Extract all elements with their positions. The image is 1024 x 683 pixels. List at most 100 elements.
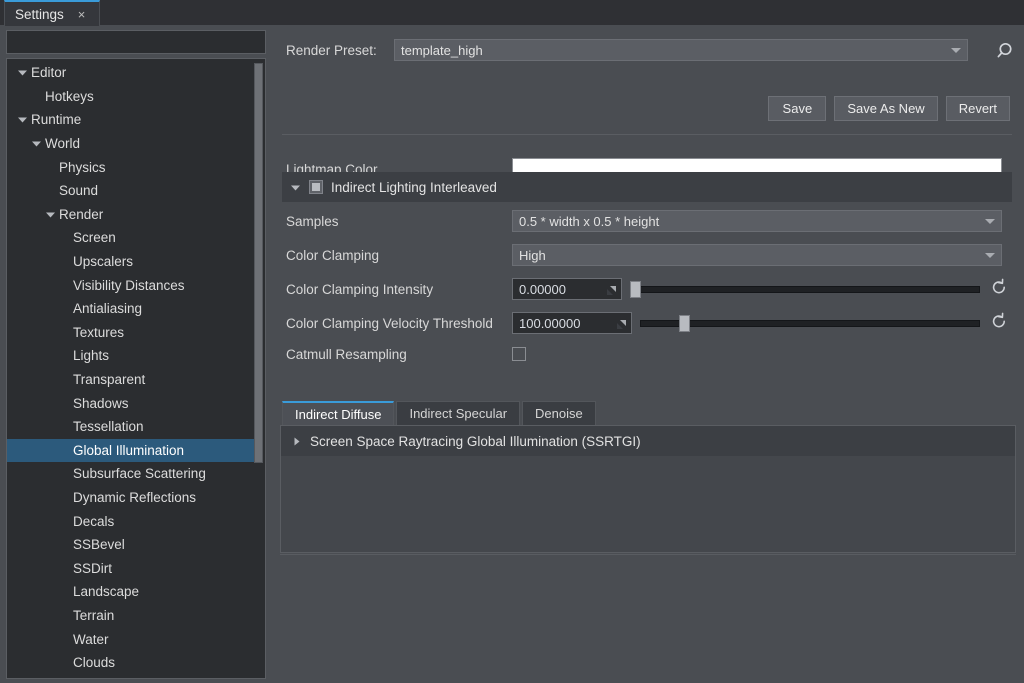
sidebar-item-world[interactable]: World bbox=[7, 132, 260, 156]
samples-value: 0.5 * width x 0.5 * height bbox=[519, 213, 660, 229]
sidebar-item-water[interactable]: Water bbox=[7, 627, 260, 651]
indirect-lighting-interleaved-group-header[interactable]: Indirect Lighting Interleaved bbox=[282, 172, 1012, 202]
slider-track bbox=[630, 286, 980, 293]
render-preset-label: Render Preset: bbox=[286, 42, 377, 58]
catmull-resampling-row: Catmull Resampling bbox=[272, 340, 1024, 368]
close-icon[interactable]: × bbox=[78, 8, 86, 21]
chevron-down-icon bbox=[951, 48, 961, 53]
sidebar-item-label: Sound bbox=[59, 183, 99, 199]
slider-track bbox=[640, 320, 980, 327]
sidebar-item-global-illumination[interactable]: Global Illumination bbox=[7, 438, 260, 463]
chevron-down-icon[interactable] bbox=[290, 182, 301, 193]
render-preset-value: template_high bbox=[401, 42, 483, 58]
tree-scrollbar-thumb[interactable] bbox=[254, 63, 263, 463]
sidebar-item-textures[interactable]: Textures bbox=[7, 321, 260, 345]
sidebar-item-label: SSDirt bbox=[73, 560, 113, 576]
settings-tree-panel: Editor Hotkeys Runtime World Physics Sound Ren… bbox=[0, 26, 272, 683]
sidebar-item-shadows[interactable]: Shadows bbox=[7, 391, 260, 415]
tab-label: Denoise bbox=[535, 406, 583, 421]
sidebar-item-label: Physics bbox=[59, 159, 106, 175]
sidebar-item-runtime[interactable]: Runtime bbox=[7, 108, 260, 132]
sidebar-item-clouds[interactable]: Clouds bbox=[7, 651, 260, 675]
tab-label: Indirect Diffuse bbox=[295, 406, 382, 422]
chevron-down-icon[interactable] bbox=[15, 67, 29, 78]
reset-icon[interactable] bbox=[990, 312, 1008, 330]
reset-icon[interactable] bbox=[990, 278, 1008, 296]
chevron-down-icon[interactable] bbox=[15, 114, 29, 125]
chevron-right-icon[interactable] bbox=[291, 436, 302, 447]
sidebar-item-antialiasing[interactable]: Antialiasing bbox=[7, 297, 260, 321]
sidebar-item-hotkeys[interactable]: Hotkeys bbox=[7, 85, 260, 109]
sidebar-item-upscalers[interactable]: Upscalers bbox=[7, 250, 260, 274]
sidebar-item-label: Visibility Distances bbox=[73, 277, 185, 293]
sidebar-item-label: Decals bbox=[73, 513, 115, 529]
catmull-resampling-label: Catmull Resampling bbox=[286, 346, 407, 362]
sidebar-item-transparent[interactable]: Transparent bbox=[7, 368, 260, 392]
sidebar-item-ssbevel[interactable]: SSBevel bbox=[7, 533, 260, 557]
color-clamping-velocity-threshold-input[interactable]: 100.00000 bbox=[512, 312, 632, 334]
save-button[interactable]: Save bbox=[768, 96, 827, 121]
ssrtgi-group-header[interactable]: Screen Space Raytracing Global Illuminat… bbox=[281, 426, 1015, 456]
settings-tree: Editor Hotkeys Runtime World Physics Sound Ren… bbox=[6, 58, 266, 679]
sidebar-item-dynamic-reflections[interactable]: Dynamic Reflections bbox=[7, 486, 260, 510]
samples-combobox[interactable]: 0.5 * width x 0.5 * height bbox=[512, 210, 1002, 232]
tree-item-list: Editor Hotkeys Runtime World Physics Sound Ren… bbox=[7, 61, 260, 674]
tab-indirect-diffuse[interactable]: Indirect Diffuse bbox=[282, 401, 395, 425]
save-as-new-button[interactable]: Save As New bbox=[834, 96, 938, 121]
panel-bottom-divider bbox=[280, 554, 1016, 555]
tab-denoise[interactable]: Denoise bbox=[522, 401, 596, 425]
sidebar-item-label: Hotkeys bbox=[45, 88, 94, 104]
chevron-down-icon bbox=[985, 219, 995, 224]
sidebar-item-tessellation[interactable]: Tessellation bbox=[7, 415, 260, 439]
sidebar-item-label: Screen bbox=[73, 230, 116, 246]
color-clamping-velocity-threshold-slider[interactable] bbox=[640, 312, 980, 334]
sidebar-item-screen[interactable]: Screen bbox=[7, 226, 260, 250]
ssrtgi-label: Screen Space Raytracing Global Illuminat… bbox=[310, 433, 641, 449]
sidebar-item-label: Shadows bbox=[73, 395, 129, 411]
sidebar-item-sound[interactable]: Sound bbox=[7, 179, 260, 203]
tab-settings[interactable]: Settings × bbox=[4, 0, 100, 26]
color-clamping-intensity-row: Color Clamping Intensity 0.00000 bbox=[272, 275, 1024, 303]
sidebar-item-label: Runtime bbox=[31, 112, 82, 128]
color-clamping-combobox[interactable]: High bbox=[512, 244, 1002, 266]
sidebar-item-editor[interactable]: Editor bbox=[7, 61, 260, 85]
chevron-down-icon[interactable] bbox=[29, 138, 43, 149]
indirect-lighting-interleaved-label: Indirect Lighting Interleaved bbox=[331, 179, 497, 195]
color-clamping-intensity-slider[interactable] bbox=[630, 278, 980, 300]
sidebar-item-visibility-distances[interactable]: Visibility Distances bbox=[7, 273, 260, 297]
render-preset-combobox[interactable]: template_high bbox=[394, 39, 968, 61]
sidebar-item-label: Editor bbox=[31, 65, 67, 81]
sidebar-item-label: Lights bbox=[73, 348, 110, 364]
sidebar-item-subsurface-scattering[interactable]: Subsurface Scattering bbox=[7, 462, 260, 486]
indirect-lighting-interleaved-checkbox[interactable] bbox=[309, 180, 323, 194]
sidebar-item-label: Water bbox=[73, 631, 109, 647]
tab-indirect-specular[interactable]: Indirect Specular bbox=[396, 401, 521, 425]
color-clamping-row: Color Clamping High bbox=[272, 241, 1024, 269]
sidebar-item-decals[interactable]: Decals bbox=[7, 509, 260, 533]
spinner-icon[interactable] bbox=[617, 318, 627, 333]
slider-thumb[interactable] bbox=[679, 315, 690, 332]
tree-scrollbar[interactable] bbox=[254, 61, 263, 676]
samples-label: Samples bbox=[286, 213, 339, 229]
color-clamping-intensity-label: Color Clamping Intensity bbox=[286, 281, 434, 297]
sidebar-item-label: Tessellation bbox=[73, 419, 144, 435]
tab-label: Indirect Specular bbox=[409, 406, 508, 421]
spinner-icon[interactable] bbox=[607, 284, 617, 299]
search-input[interactable] bbox=[6, 30, 266, 54]
sidebar-item-lights[interactable]: Lights bbox=[7, 344, 260, 368]
sidebar-item-label: World bbox=[45, 136, 81, 152]
sidebar-item-ssdirt[interactable]: SSDirt bbox=[7, 556, 260, 580]
revert-button[interactable]: Revert bbox=[945, 96, 1010, 121]
chevron-down-icon[interactable] bbox=[43, 209, 57, 220]
sidebar-item-render[interactable]: Render bbox=[7, 203, 260, 227]
sidebar-item-label: SSBevel bbox=[73, 537, 125, 553]
catmull-resampling-checkbox[interactable] bbox=[512, 347, 526, 361]
sidebar-item-label: Global Illumination bbox=[73, 442, 185, 458]
sidebar-item-physics[interactable]: Physics bbox=[7, 155, 260, 179]
slider-thumb[interactable] bbox=[630, 281, 641, 298]
window-tab-strip: Settings × bbox=[0, 0, 1024, 26]
sidebar-item-terrain[interactable]: Terrain bbox=[7, 604, 260, 628]
sidebar-item-landscape[interactable]: Landscape bbox=[7, 580, 260, 604]
magnifier-icon[interactable] bbox=[994, 39, 1018, 63]
color-clamping-intensity-input[interactable]: 0.00000 bbox=[512, 278, 622, 300]
